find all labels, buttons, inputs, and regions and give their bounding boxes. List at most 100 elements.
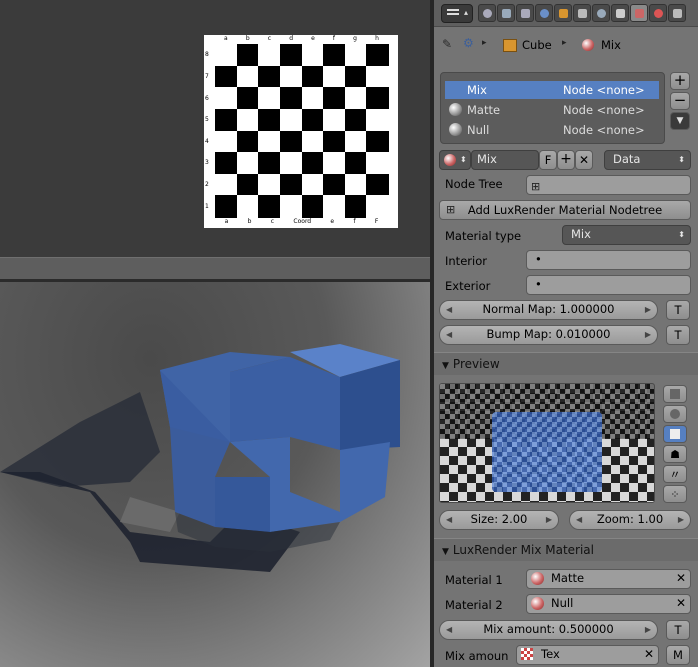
bump-map-texture-button[interactable]: T [666,325,690,345]
checker-square [258,65,281,88]
tab-data-icon[interactable] [611,4,629,22]
preview-plane-button[interactable] [663,385,687,403]
material1-label: Material 1 [445,573,503,587]
tab-render-icon[interactable] [478,4,496,22]
image-editor[interactable]: abcdefgh a b c Coord e f F 87654321 [0,0,430,257]
checker-square [279,195,302,218]
tab-material-icon[interactable] [630,4,648,22]
material-type-dropdown[interactable]: Mix ⬍ [562,225,691,245]
preview-monkey-button[interactable]: ☗ [663,445,687,463]
material-browse-button[interactable]: ⬍ [439,150,471,170]
breadcrumb-material[interactable]: Mix [601,38,621,52]
checker-square [344,130,367,153]
arrow-right-icon: ▶ [545,515,552,524]
collapse-triangle-icon: ▼ [442,361,449,371]
bump-map-slider[interactable]: ◀ Bump Map: 0.010000 ▶ [439,325,658,345]
context-tabs [478,4,687,22]
preview-panel-header[interactable]: ▼ Preview [434,352,698,375]
editor-type-menu[interactable]: ▴ [441,4,473,23]
arrow-left-icon: ◀ [576,515,583,524]
checker-square [258,87,281,110]
preview-zoom-slider[interactable]: ◀ Zoom: 1.00 ▶ [569,510,691,530]
checker-square [258,152,281,175]
particles-icon [673,9,682,18]
checker-square [258,195,281,218]
tab-scene-icon[interactable] [516,4,534,22]
preview-cube [492,412,602,492]
checker-square [323,44,346,67]
arrow-left-icon: ◀ [446,625,453,634]
checker-square [279,44,302,67]
constraints-icon [578,9,587,18]
interior-field[interactable]: • [526,250,691,270]
link-dropdown[interactable]: Data ⬍ [604,150,691,170]
tab-modifiers-icon[interactable] [592,4,610,22]
texture-icon [521,648,533,660]
fake-user-button[interactable]: F [539,150,557,170]
list-item[interactable]: Mix Node <none> [445,81,659,99]
material-slot-list[interactable]: Mix Node <none> Matte Node <none> Null N… [440,72,665,144]
checker-square [236,173,259,196]
preview-shape-buttons: ☗ 〃 ⁘ [659,383,691,503]
close-icon[interactable]: ✕ [676,595,686,612]
mix-amount-texture-button[interactable]: T [666,620,690,640]
new-material-button[interactable]: + [557,150,575,170]
material-icon [531,597,544,610]
checker-texture: abcdefgh a b c Coord e f F 87654321 [204,35,398,228]
exterior-field[interactable]: • [526,275,691,295]
list-item[interactable]: Null Node <none> [445,121,659,139]
normal-map-texture-button[interactable]: T [666,300,690,320]
tab-texture-icon[interactable] [649,4,667,22]
material-icon [531,572,544,585]
node-tree-field[interactable]: ⊞ [526,175,691,195]
arrow-left-icon: ◀ [446,515,453,524]
checker-square [279,87,302,110]
tab-object-icon[interactable] [554,4,572,22]
properties-editor: ▴ ✎ ⚙ ▸ Cube ▸ Mix Mix Node <none> Matte… [434,0,698,667]
preview-hair-button[interactable]: 〃 [663,465,687,483]
checker-square [366,44,389,67]
list-item[interactable]: Matte Node <none> [445,101,659,119]
tab-particles-icon[interactable] [668,4,686,22]
pin-icon[interactable]: ✎ [442,37,452,51]
material-type-label: Material type [445,229,522,243]
remove-slot-button[interactable]: − [670,92,690,110]
add-slot-button[interactable]: + [670,72,690,90]
tab-layers-icon[interactable] [497,4,515,22]
checker-square [323,152,346,175]
material2-field[interactable]: Null ✕ [526,594,691,614]
tab-world-icon[interactable] [535,4,553,22]
checker-square [279,173,302,196]
tab-constraints-icon[interactable] [573,4,591,22]
breadcrumb-object[interactable]: Cube [522,38,552,52]
editor-header[interactable] [0,257,430,280]
slot-specials-menu[interactable]: ▼ [670,112,690,130]
checker-square [236,130,259,153]
checker-square [236,87,259,110]
material-sphere-icon [449,123,462,136]
chevron-updown-icon: ⬍ [678,155,685,164]
close-icon[interactable]: ✕ [644,646,654,663]
checker-square [344,173,367,196]
preview-sphere-button[interactable] [663,405,687,423]
mix-amount-slider[interactable]: ◀ Mix amount: 0.500000 ▶ [439,620,658,640]
material-name-field[interactable]: Mix [471,150,539,170]
preview-spheres-button[interactable]: ⁘ [663,485,687,503]
checker-square [366,152,389,175]
preview-cube-button[interactable] [663,425,687,443]
render-viewport[interactable] [0,282,430,667]
checker-top-labels: abcdefgh [224,35,379,42]
mix-material-panel-header[interactable]: ▼ LuxRender Mix Material [434,538,698,561]
texture-icon [654,9,663,18]
mix-texture-mode-button[interactable]: M [666,645,690,665]
breadcrumb-separator-icon: ▸ [482,38,487,48]
add-nodetree-button[interactable]: ⊞ Add LuxRender Material Nodetree [439,200,691,220]
normal-map-slider[interactable]: ◀ Normal Map: 1.000000 ▶ [439,300,658,320]
close-icon[interactable]: ✕ [676,570,686,587]
modifiers-icon [597,9,606,18]
unlink-material-button[interactable]: ✕ [575,150,593,170]
preview-size-slider[interactable]: ◀ Size: 2.00 ▶ [439,510,559,530]
mix-texture-field[interactable]: Tex ✕ [516,645,659,665]
checker-square [236,108,259,131]
material1-field[interactable]: Matte ✕ [526,569,691,589]
